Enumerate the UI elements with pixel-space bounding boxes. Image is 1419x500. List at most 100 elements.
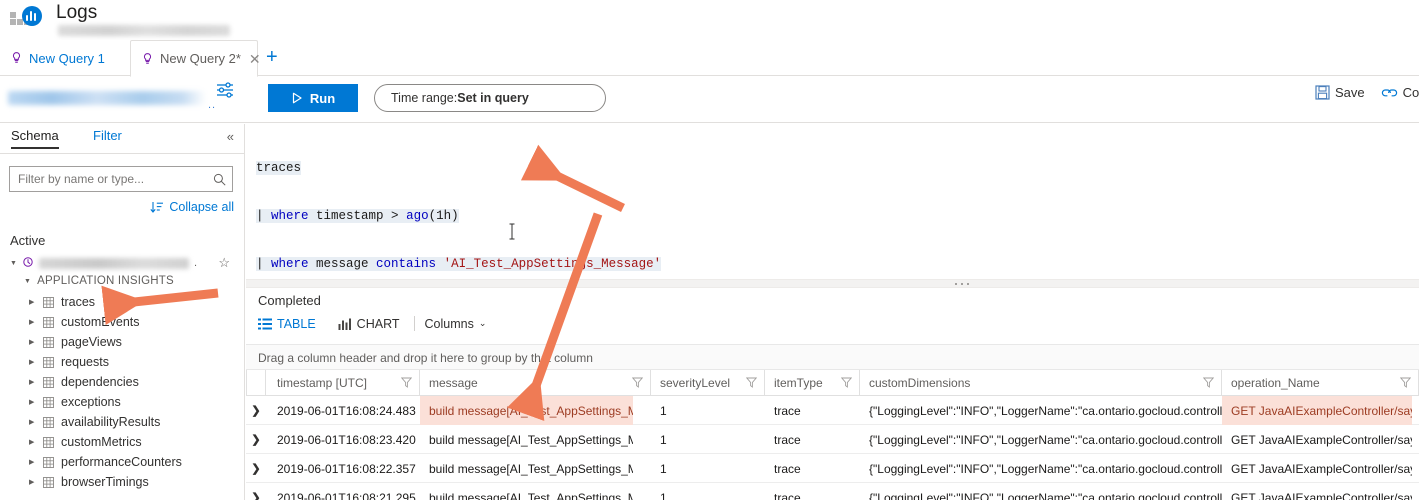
tab-schema[interactable]: Schema — [11, 128, 59, 149]
schema-table-availabilityResults[interactable]: ▶ availabilityResults — [0, 412, 244, 432]
code-line-1: traces — [256, 161, 302, 175]
tab-new-query-1[interactable]: New Query 1 — [0, 40, 128, 76]
collapse-all-button[interactable]: Collapse all — [150, 200, 234, 214]
filter-funnel-icon[interactable] — [1203, 377, 1214, 388]
scope-selector[interactable]: .. — [8, 87, 234, 113]
tab-label: New Query 1 — [29, 50, 105, 66]
schema-table-performanceCounters[interactable]: ▶ performanceCounters — [0, 452, 244, 472]
schema-table-label: dependencies — [61, 375, 139, 389]
chevron-down-icon[interactable]: ▼ — [10, 260, 17, 267]
schema-table-customEvents[interactable]: ▶ customEvents — [0, 312, 244, 332]
add-query-tab-button[interactable]: + — [266, 47, 278, 67]
title-bar: Logs — [0, 0, 1419, 40]
command-bar: .. — [0, 77, 1419, 123]
table-glyph-icon — [43, 416, 54, 428]
grid-header-customdimensions[interactable]: customDimensions — [860, 370, 1222, 396]
table-glyph-icon — [43, 336, 54, 348]
sort-collapse-icon — [150, 201, 164, 213]
grid-header-operation-name[interactable]: operation_Name — [1222, 370, 1419, 396]
chevron-right-icon[interactable]: ▶ — [29, 378, 36, 386]
chevron-double-left-icon[interactable]: « — [227, 129, 234, 144]
tab-new-query-2[interactable]: New Query 2* ✕ — [130, 40, 261, 77]
filter-funnel-icon[interactable] — [841, 377, 852, 388]
table-row[interactable]: ❯ 2019-06-01T16:08:23.420 build message[AI… — [246, 425, 1419, 454]
cell-message: build message[AI_Test_AppSettings_Messag… — [429, 432, 633, 447]
chevron-right-icon[interactable]: ▶ — [29, 338, 36, 346]
schema-table-browserTimings[interactable]: ▶ browserTimings — [0, 472, 244, 492]
schema-table-traces[interactable]: ▶ traces — [0, 292, 244, 312]
save-button[interactable]: Save — [1315, 85, 1365, 100]
schema-table-customMetrics[interactable]: ▶ customMetrics — [0, 432, 244, 452]
chevron-right-icon[interactable]: ❯ — [246, 483, 266, 500]
chevron-right-icon[interactable]: ▶ — [29, 418, 36, 426]
filter-funnel-icon[interactable] — [401, 377, 412, 388]
cell-message: build message[AI_Test_AppSettings_Messag… — [420, 396, 633, 425]
close-icon[interactable]: ✕ — [249, 52, 261, 66]
query-bulb-icon — [143, 52, 152, 64]
table-row[interactable]: ❯ 2019-06-01T16:08:22.357 build message[AI… — [246, 454, 1419, 483]
cell-severitylevel: 1 — [660, 432, 667, 447]
schema-table-requests[interactable]: ▶ requests — [0, 352, 244, 372]
schema-panel: Schema Filter « Collapse all Active ▼ — [0, 124, 245, 500]
results-panel: Completed TABLE CHART Columns ⌄ Drag a c… — [246, 288, 1419, 500]
schema-table-label: exceptions — [61, 395, 121, 409]
chevron-right-icon[interactable]: ▶ — [29, 298, 36, 306]
run-button[interactable]: Run — [268, 84, 358, 112]
time-range-picker[interactable]: Time range: Set in query — [374, 84, 606, 112]
view-table-button[interactable]: TABLE — [258, 317, 330, 331]
code-line-2: | where timestamp > ago(1h) — [256, 209, 459, 223]
results-grid-body: ❯ 2019-06-01T16:08:24.483 build message[AI… — [246, 396, 1419, 500]
chevron-right-icon[interactable]: ▶ — [29, 438, 36, 446]
table-row[interactable]: ❯ 2019-06-01T16:08:24.483 build message[AI… — [246, 396, 1419, 425]
grid-header-label: message — [429, 376, 478, 390]
workspace-row[interactable]: ▼ . ☆ — [10, 254, 238, 272]
tab-filter[interactable]: Filter — [93, 128, 122, 143]
schema-table-pageViews[interactable]: ▶ pageViews — [0, 332, 244, 352]
table-row[interactable]: ❯ 2019-06-01T16:08:21.295 build message[AI… — [246, 483, 1419, 500]
columns-dropdown[interactable]: Columns ⌄ — [425, 317, 487, 331]
schema-table-exceptions[interactable]: ▶ exceptions — [0, 392, 244, 412]
sliders-icon[interactable] — [216, 81, 234, 99]
view-chart-button[interactable]: CHART — [330, 317, 414, 331]
filter-funnel-icon[interactable] — [1400, 377, 1411, 388]
application-insights-group[interactable]: ▼ APPLICATION INSIGHTS — [24, 275, 174, 287]
copy-link-button[interactable]: Copy — [1381, 85, 1419, 100]
view-chart-label: CHART — [356, 316, 400, 331]
chevron-right-icon[interactable]: ▶ — [29, 478, 36, 486]
schema-filter-box[interactable] — [9, 166, 233, 192]
chevron-right-icon[interactable]: ▶ — [29, 458, 36, 466]
schema-table-label: customEvents — [61, 315, 140, 329]
chevron-down-icon[interactable]: ▼ — [24, 278, 31, 285]
grid-header-label: severityLevel — [660, 376, 731, 390]
workspace-name-redacted — [38, 257, 189, 269]
cell-customdimensions: {"LoggingLevel":"INFO","LoggerName":"ca.… — [869, 403, 1222, 418]
copy-label: Copy — [1402, 85, 1419, 100]
toolbar-divider — [413, 316, 415, 331]
grid-header-severitylevel[interactable]: severityLevel — [651, 370, 765, 396]
chevron-right-icon[interactable]: ▶ — [29, 358, 36, 366]
chevron-right-icon[interactable]: ▶ — [29, 398, 36, 406]
grid-header-label: timestamp [UTC] — [277, 376, 368, 390]
filter-funnel-icon[interactable] — [746, 377, 757, 388]
grid-header-message[interactable]: message — [420, 370, 651, 396]
grid-header-itemtype[interactable]: itemType — [765, 370, 860, 396]
chevron-right-icon[interactable]: ❯ — [246, 454, 266, 483]
filter-funnel-icon[interactable] — [632, 377, 643, 388]
table-icon — [258, 318, 272, 329]
cell-timestamp-utc-: 2019-06-01T16:08:23.420 — [277, 432, 416, 447]
panel-splitter[interactable] — [246, 279, 1419, 288]
cell-timestamp-utc-: 2019-06-01T16:08:21.295 — [277, 490, 416, 500]
star-icon[interactable]: ☆ — [218, 255, 230, 271]
logs-analytics-icon — [10, 4, 44, 34]
schema-table-dependencies[interactable]: ▶ dependencies — [0, 372, 244, 392]
table-glyph-icon — [43, 316, 54, 328]
query-editor[interactable]: traces | where timestamp > ago(1h) | whe… — [246, 124, 1419, 319]
chevron-right-icon[interactable]: ❯ — [246, 425, 266, 454]
chevron-right-icon[interactable]: ▶ — [29, 318, 36, 326]
grid-header-timestamp-utc-[interactable]: timestamp [UTC] — [268, 370, 420, 396]
page-title: Logs — [56, 2, 98, 23]
group-by-dropzone[interactable]: Drag a column header and drop it here to… — [246, 344, 1419, 370]
search-input[interactable] — [18, 172, 213, 186]
table-glyph-icon — [43, 296, 54, 308]
chevron-right-icon[interactable]: ❯ — [246, 396, 266, 425]
